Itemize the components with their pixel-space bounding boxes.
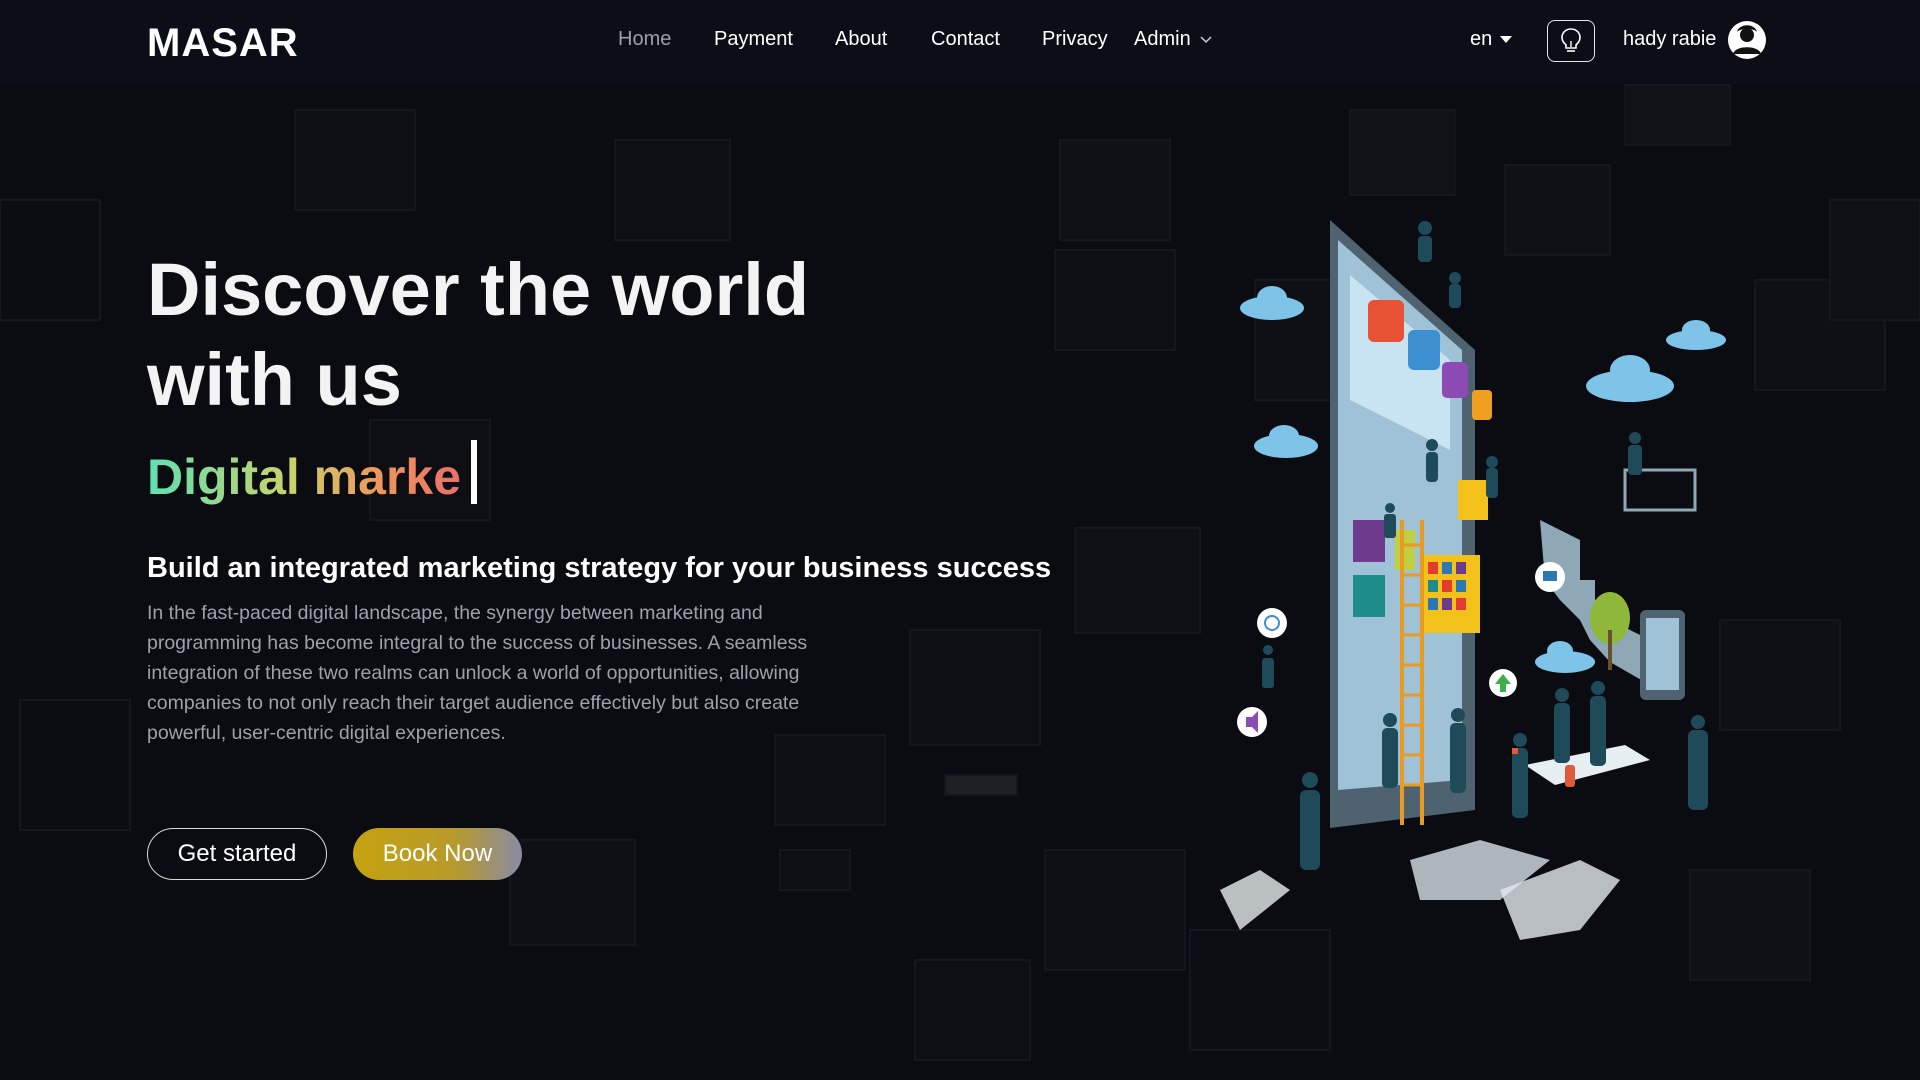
lightbulb-icon — [1561, 28, 1581, 52]
user-name[interactable]: hady rabie — [1623, 28, 1716, 51]
top-navbar: MASAR Home Payment About Contact Privacy… — [0, 0, 1920, 84]
caret-down-icon — [1500, 36, 1513, 44]
language-selector[interactable]: en — [1470, 28, 1513, 51]
chevron-down-icon — [1200, 36, 1212, 43]
typed-text: Digital marke — [147, 445, 461, 509]
language-label: en — [1470, 28, 1493, 50]
svg-text:MASAR: MASAR — [147, 24, 299, 60]
digital-marketing-illustration — [1220, 220, 1726, 940]
nav-admin-label: Admin — [1134, 28, 1191, 50]
user-avatar-icon[interactable] — [1727, 20, 1767, 60]
hero-title: Discover the world with us — [147, 248, 810, 421]
typing-cursor — [471, 440, 477, 504]
hero-paragraph: In the fast-paced digital landscape, the… — [147, 602, 808, 744]
get-started-button[interactable]: Get started — [147, 828, 327, 880]
nav-home-link[interactable]: Home — [618, 28, 671, 51]
book-now-button[interactable]: Book Now — [353, 828, 522, 880]
masar-logo[interactable]: MASAR — [147, 24, 317, 60]
nav-payment-link[interactable]: Payment — [714, 28, 793, 51]
nav-contact-link[interactable]: Contact — [931, 28, 1000, 51]
nav-privacy-link[interactable]: Privacy — [1042, 28, 1108, 51]
nav-about-link[interactable]: About — [835, 28, 887, 51]
hero-subtitle: Build an integrated marketing strategy f… — [147, 552, 1052, 584]
nav-admin-dropdown[interactable]: Admin — [1134, 28, 1212, 51]
theme-toggle-button[interactable] — [1547, 20, 1595, 62]
